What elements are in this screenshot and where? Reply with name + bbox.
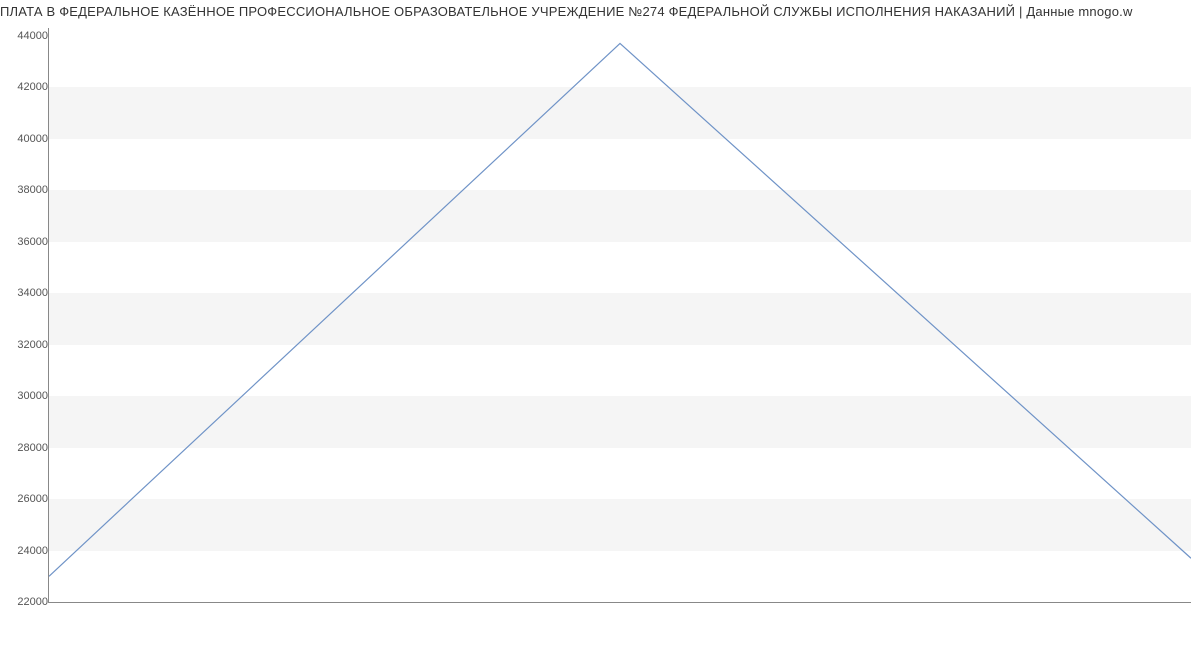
y-tick-label: 38000 bbox=[0, 184, 54, 196]
plot-area bbox=[48, 28, 1191, 603]
y-tick-label: 42000 bbox=[0, 81, 54, 93]
y-tick-label: 24000 bbox=[0, 545, 54, 557]
y-tick-label: 40000 bbox=[0, 133, 54, 145]
y-tick-label: 30000 bbox=[0, 390, 54, 402]
y-tick-label: 36000 bbox=[0, 236, 54, 248]
y-tick-label: 34000 bbox=[0, 287, 54, 299]
y-tick-label: 32000 bbox=[0, 339, 54, 351]
chart-title: ПЛАТА В ФЕДЕРАЛЬНОЕ КАЗЁННОЕ ПРОФЕССИОНА… bbox=[0, 0, 1200, 21]
y-tick-label: 28000 bbox=[0, 442, 54, 454]
y-tick-label: 44000 bbox=[0, 30, 54, 42]
y-tick-label: 22000 bbox=[0, 596, 54, 608]
y-tick-label: 26000 bbox=[0, 493, 54, 505]
line-series bbox=[49, 28, 1191, 602]
